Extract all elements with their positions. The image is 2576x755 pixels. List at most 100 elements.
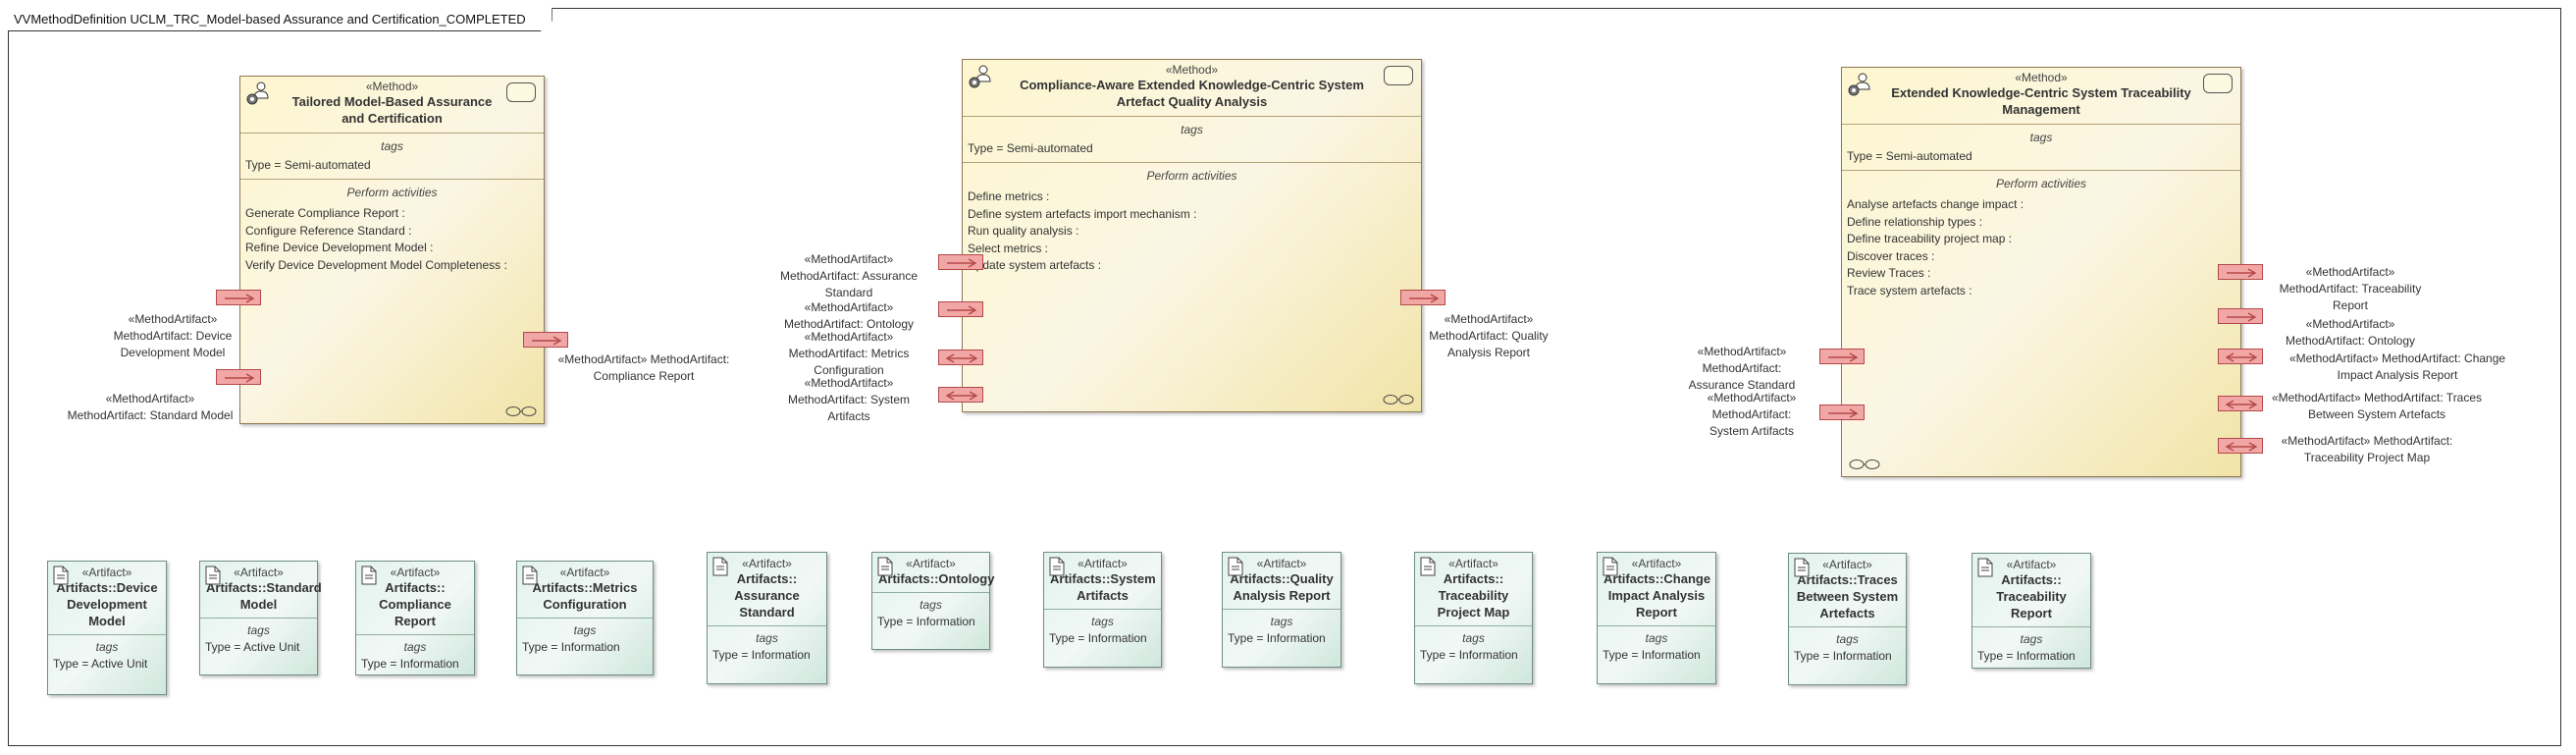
tags-title: tags bbox=[403, 640, 427, 654]
arrow-right-icon bbox=[947, 258, 977, 268]
compartment-divider bbox=[356, 634, 474, 635]
compartment-divider bbox=[1223, 609, 1341, 610]
artifact-name: Artifacts:: Traceability Project Map bbox=[1437, 571, 1510, 620]
compartment-divider bbox=[200, 618, 317, 619]
method-stereotype: «Method» bbox=[365, 80, 419, 93]
activity-item: Review Traces : bbox=[1847, 266, 1931, 281]
artifact-document-icon bbox=[1049, 557, 1065, 576]
arrow-right-icon bbox=[1828, 352, 1859, 362]
activity-item: Run quality analysis : bbox=[968, 224, 1079, 239]
bidirectional-arrow-icon bbox=[2225, 352, 2258, 362]
artifact-name: Artifacts:: Assurance Standard bbox=[734, 571, 800, 620]
artifact-type: Type = Information bbox=[1603, 648, 1701, 662]
inout-port[interactable] bbox=[2218, 396, 2263, 411]
method-block[interactable]: «Method» Tailored Model-Based Assurance … bbox=[239, 76, 545, 424]
artifact-block[interactable]: «Artifact» Artifacts::Device Development… bbox=[47, 561, 167, 695]
compartment-divider bbox=[708, 625, 826, 626]
artifact-block[interactable]: «Artifact» Artifacts::Change Impact Anal… bbox=[1597, 552, 1716, 684]
port-label: «MethodArtifact» MethodArtifact: Traceab… bbox=[2281, 434, 2453, 464]
input-port[interactable] bbox=[2218, 308, 2263, 324]
artifact-block[interactable]: «Artifact» Artifacts::Standard Model tag… bbox=[199, 561, 322, 675]
artifact-name: Artifacts:: Traceability Report bbox=[1996, 572, 2067, 620]
artifact-type: Type = Information bbox=[1794, 649, 1892, 663]
compartment-divider bbox=[240, 179, 544, 180]
artifact-block[interactable]: «Artifact» Artifacts:: Compliance Report… bbox=[355, 561, 475, 675]
port-label: «MethodArtifact» MethodArtifact: Metrics… bbox=[788, 330, 910, 377]
inout-port[interactable] bbox=[938, 387, 983, 403]
port-label: «MethodArtifact» MethodArtifact: Traces … bbox=[2271, 391, 2483, 421]
arrow-right-icon bbox=[1409, 294, 1440, 303]
inout-port[interactable] bbox=[2218, 349, 2263, 364]
artifact-document-icon bbox=[1977, 558, 1993, 577]
activity-item: Configure Reference Standard : bbox=[245, 223, 412, 238]
activities-title: Perform activities bbox=[346, 186, 438, 199]
artifact-document-icon bbox=[361, 566, 377, 585]
compartment-divider bbox=[240, 133, 544, 134]
artifact-type: Type = Information bbox=[522, 640, 620, 654]
artifact-block[interactable]: «Artifact» Artifacts::Quality Analysis R… bbox=[1222, 552, 1341, 668]
artifact-block[interactable]: «Artifact» Artifacts:: Assurance Standar… bbox=[707, 552, 827, 684]
activities-title: Perform activities bbox=[1146, 169, 1237, 183]
activity-item: Verify Device Development Model Complete… bbox=[245, 257, 507, 272]
compartment-divider bbox=[48, 634, 166, 635]
artifact-block[interactable]: «Artifact» Artifacts::Ontology tags Type… bbox=[871, 552, 994, 650]
compartment-divider bbox=[517, 618, 653, 619]
arrow-right-icon bbox=[2227, 268, 2257, 278]
inout-port[interactable] bbox=[2218, 438, 2263, 454]
artifact-name: Artifacts::Traces Between System Artefac… bbox=[1796, 572, 1899, 620]
activity-item: Define relationship types : bbox=[1847, 214, 1983, 229]
method-person-gear-icon bbox=[969, 65, 991, 88]
method-rounded-rect-icon bbox=[2203, 74, 2233, 93]
activity-item: Define metrics : bbox=[968, 189, 1050, 203]
artifact-block[interactable]: «Artifact» Artifacts::System Artifacts t… bbox=[1043, 552, 1162, 668]
artifact-block[interactable]: «Artifact» Artifacts:: Traceability Repo… bbox=[1971, 553, 2091, 669]
arrow-right-icon bbox=[225, 294, 255, 303]
activity-link-icon bbox=[505, 406, 537, 416]
tags-title: tags bbox=[95, 640, 119, 654]
output-port[interactable] bbox=[2218, 264, 2263, 280]
port-label: «MethodArtifact» MethodArtifact: Ontolog… bbox=[2285, 317, 2416, 348]
input-port[interactable] bbox=[216, 290, 261, 305]
method-name: Tailored Model-Based Assurance and Certi… bbox=[291, 94, 493, 126]
artifact-type: Type = Information bbox=[361, 657, 459, 671]
input-port[interactable] bbox=[216, 369, 261, 385]
artifact-block[interactable]: «Artifact» Artifacts::Traces Between Sys… bbox=[1788, 553, 1907, 685]
method-type: Type = Semi-automated bbox=[968, 141, 1093, 155]
artifact-block[interactable]: «Artifact» Artifacts:: Traceability Proj… bbox=[1414, 552, 1533, 684]
input-port[interactable] bbox=[1819, 349, 1865, 364]
input-port[interactable] bbox=[1819, 404, 1865, 420]
artifact-name: Artifacts::Device Development Model bbox=[56, 580, 158, 628]
input-port[interactable] bbox=[938, 254, 983, 270]
output-port[interactable] bbox=[1400, 290, 1446, 305]
artifact-document-icon bbox=[877, 557, 893, 576]
output-port[interactable] bbox=[523, 332, 568, 348]
artifact-block[interactable]: «Artifact» Artifacts::Metrics Configurat… bbox=[516, 561, 654, 675]
artifact-type: Type = Information bbox=[1049, 631, 1147, 645]
method-person-gear-icon bbox=[246, 81, 269, 105]
compartment-divider bbox=[1598, 625, 1715, 626]
method-person-gear-icon bbox=[1848, 73, 1870, 96]
method-block[interactable]: «Method» Compliance-Aware Extended Knowl… bbox=[962, 59, 1422, 412]
bidirectional-arrow-icon bbox=[2225, 442, 2258, 452]
activity-item: Trace system artefacts : bbox=[1847, 283, 1972, 297]
compartment-divider bbox=[1842, 124, 2240, 125]
method-name: Extended Knowledge-Centric System Tracea… bbox=[1891, 85, 2191, 117]
method-stereotype: «Method» bbox=[2015, 71, 2068, 84]
activity-item: Analyse artefacts change impact : bbox=[1847, 197, 2024, 211]
tags-title: tags bbox=[1645, 631, 1668, 645]
port-label: «MethodArtifact» MethodArtifact: Complia… bbox=[557, 352, 730, 383]
method-block[interactable]: «Method» Extended Knowledge-Centric Syst… bbox=[1841, 67, 2241, 477]
method-name: Compliance-Aware Extended Knowledge-Cent… bbox=[1020, 78, 1364, 109]
arrow-right-icon bbox=[2227, 312, 2257, 322]
port-label: «MethodArtifact» MethodArtifact: Assuran… bbox=[1688, 345, 1796, 392]
artifact-name: Artifacts::Change Impact Analysis Report bbox=[1603, 571, 1711, 620]
artifact-type: Type = Information bbox=[1977, 649, 2076, 663]
method-stereotype: «Method» bbox=[1165, 63, 1219, 77]
artifact-name: Artifacts:: Compliance Report bbox=[379, 580, 451, 628]
input-port[interactable] bbox=[938, 301, 983, 317]
artifact-type: Type = Information bbox=[1228, 631, 1326, 645]
port-label: «MethodArtifact» MethodArtifact: Assuran… bbox=[779, 252, 919, 299]
inout-port[interactable] bbox=[938, 350, 983, 365]
tags-title: tags bbox=[1836, 632, 1859, 646]
compartment-divider bbox=[1789, 626, 1906, 627]
